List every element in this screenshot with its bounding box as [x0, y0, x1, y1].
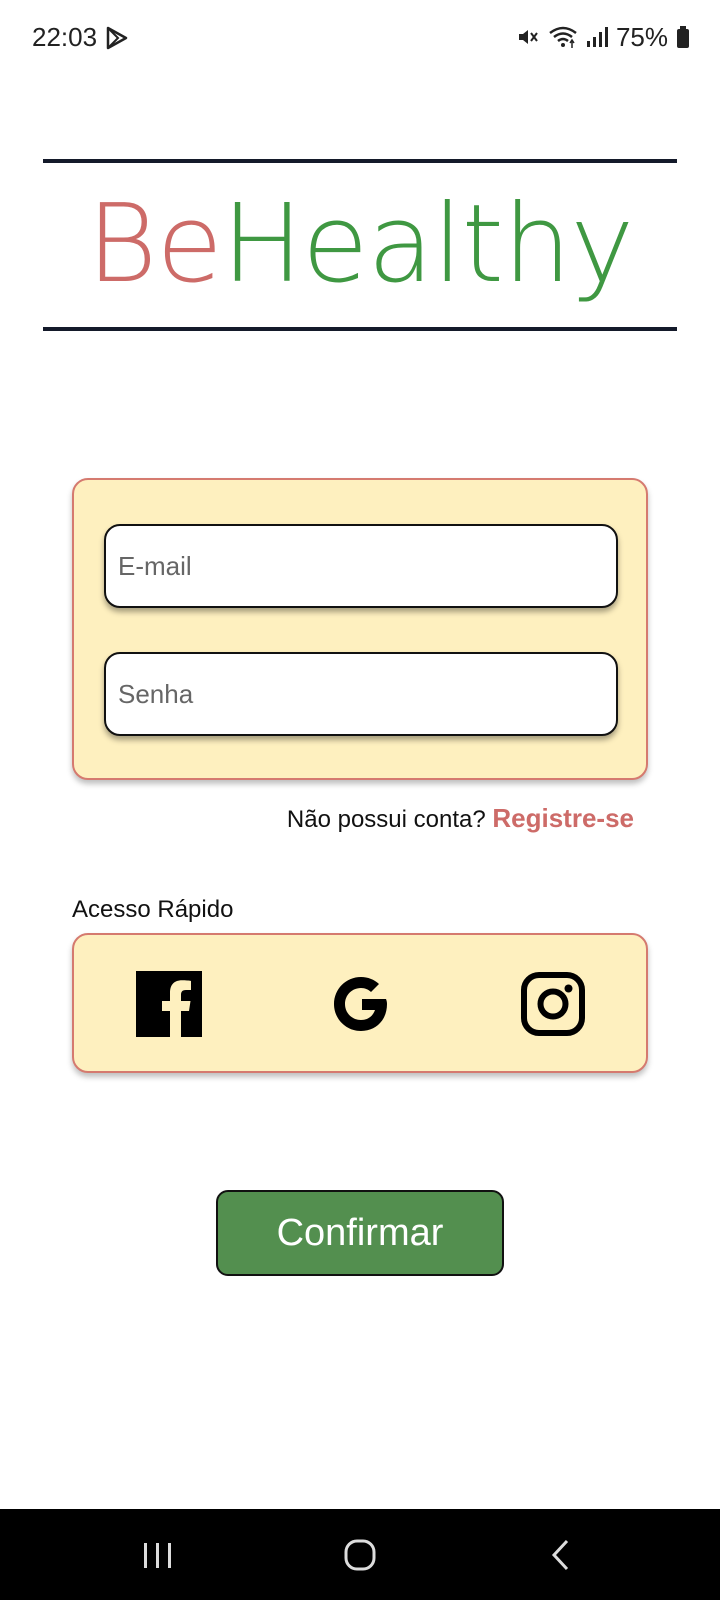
password-input[interactable]	[104, 652, 618, 736]
status-time: 22:03	[32, 22, 98, 52]
battery-percentage: 75%	[615, 21, 668, 52]
register-prompt-text: Não possui conta?	[286, 806, 486, 833]
wifi-icon	[548, 25, 578, 49]
instagram-icon[interactable]	[520, 971, 586, 1037]
email-input[interactable]	[104, 524, 618, 608]
quick-access-card	[72, 933, 648, 1073]
register-prompt: Não possui conta? Registre-se	[287, 803, 634, 834]
logo-divider-bottom	[43, 327, 677, 331]
mute-icon	[516, 25, 540, 49]
facebook-icon[interactable]	[136, 971, 202, 1037]
app-logo: BeHealthy	[43, 163, 677, 327]
confirm-button[interactable]: Confirmar	[216, 1190, 504, 1276]
back-icon[interactable]	[540, 1533, 584, 1577]
login-card	[72, 478, 648, 780]
quick-access-label: Acesso Rápido	[72, 896, 234, 923]
battery-icon	[676, 25, 690, 49]
signal-icon	[586, 25, 608, 49]
home-icon[interactable]	[338, 1533, 382, 1577]
logo-healthy: Healthy	[221, 182, 635, 307]
play-store-icon	[104, 25, 130, 51]
recent-apps-icon[interactable]	[136, 1533, 180, 1577]
logo-be: Be	[86, 182, 223, 307]
register-link[interactable]: Registre-se	[492, 803, 634, 833]
status-bar: 22:03 75%	[0, 0, 720, 76]
navigation-bar	[0, 1509, 720, 1600]
google-icon[interactable]	[328, 971, 394, 1037]
status-icons: 75%	[516, 22, 690, 52]
